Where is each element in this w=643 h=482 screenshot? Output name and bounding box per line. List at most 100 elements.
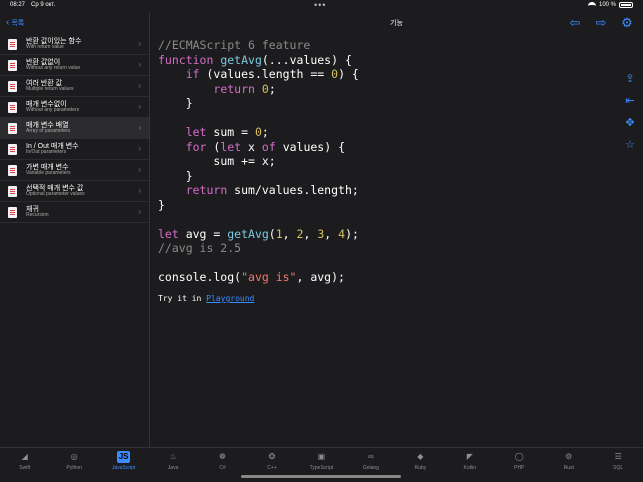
sidebar-item-selected[interactable]: 매개 변수 배열 Array of parameters › <box>0 118 149 139</box>
tab-ruby[interactable]: ◆ Ruby <box>400 451 440 471</box>
document-icon <box>8 101 17 113</box>
collapse-sidebar-icon[interactable]: ⇤ <box>623 94 637 108</box>
tab-label: JavaScript <box>111 465 136 471</box>
code-keyword: return <box>185 183 228 197</box>
gear-icon[interactable]: ⚙ <box>619 15 635 31</box>
move-icon[interactable]: ✥ <box>623 116 637 130</box>
code-text: , <box>282 226 297 241</box>
code-text: avg = <box>178 226 228 241</box>
sidebar-item-subtitle: In/Out parameters <box>26 149 67 156</box>
status-date: Ср 9 окт. <box>31 2 56 8</box>
code-keyword: if <box>185 67 200 81</box>
tab-cpp[interactable]: ❂ C++ <box>252 451 292 471</box>
sql-icon: ☰ <box>614 452 622 461</box>
document-icon <box>8 164 17 176</box>
code-keyword: of <box>261 139 276 154</box>
document-icon <box>8 122 17 134</box>
code-text: ) { <box>338 67 359 81</box>
tab-sql[interactable]: ☰ SQL <box>598 451 638 471</box>
playground-link[interactable]: Playground <box>206 294 254 303</box>
tab-typescript[interactable]: ▣ TypeScript <box>301 451 341 471</box>
code-block: //ECMAScript 6 feature function getAvg(.… <box>158 38 359 285</box>
code-panel: //ECMAScript 6 feature function getAvg(.… <box>150 34 643 447</box>
code-text: ( <box>268 226 276 241</box>
sidebar-item-subtitle: Recursion <box>26 212 49 219</box>
code-text: } <box>185 96 193 110</box>
sidebar-item[interactable]: In / Out 매개 변수 In/Out parameters › <box>0 139 149 160</box>
battery-percent: 100 % <box>598 2 616 8</box>
tab-javascript[interactable]: JS JavaScript <box>104 451 144 471</box>
code-number: 0 <box>254 125 262 139</box>
chevron-right-icon: › <box>138 102 141 111</box>
sidebar: ‹ 목록 반환 값이있는 함수 With return value › 반환 값없이… <box>0 12 150 447</box>
ruby-icon: ◆ <box>417 452 424 461</box>
sidebar-item-subtitle: With return value <box>26 44 64 51</box>
try-it-text: Try it in <box>158 294 207 303</box>
tab-label: C++ <box>267 465 277 471</box>
code-text: sum = <box>206 125 255 139</box>
tab-rust[interactable]: ⚙ Rust <box>549 451 589 471</box>
sidebar-item-subtitle: Without any parameters <box>26 107 80 114</box>
document-icon <box>8 143 17 155</box>
code-text: , <box>303 226 318 241</box>
toolbar-actions: ⇦ ⇨ ⚙ <box>567 15 635 31</box>
tab-label: Python <box>66 465 82 471</box>
side-actions: ⇪ ⇤ ✥ ☆ <box>623 72 637 152</box>
sidebar-item[interactable]: 선택적 매개 변수 값 Optional parameter values › <box>0 181 149 202</box>
tab-python[interactable]: ◎ Python <box>54 451 94 471</box>
code-text: x <box>241 139 262 154</box>
sidebar-item[interactable]: 매개 변수없이 Without any parameters › <box>0 97 149 118</box>
tab-kotlin[interactable]: ◤ Kotlin <box>450 451 490 471</box>
star-icon[interactable]: ☆ <box>623 138 637 152</box>
tab-label: Java <box>167 465 179 471</box>
sidebar-list: 반환 값이있는 함수 With return value › 반환 값없이 Witho… <box>0 34 149 223</box>
code-text: sum += x; <box>213 154 276 168</box>
chevron-right-icon: › <box>138 186 141 195</box>
back-button[interactable]: ‹ 목록 <box>0 12 149 34</box>
tab-label: Swift <box>19 465 31 471</box>
tab-php[interactable]: ◯ PHP <box>499 451 539 471</box>
code-text: console.log( <box>158 270 242 284</box>
share-icon[interactable]: ⇪ <box>623 72 637 86</box>
chevron-right-icon: › <box>138 165 141 174</box>
arrow-left-icon[interactable]: ⇦ <box>567 15 583 31</box>
code-text: ; <box>268 81 276 96</box>
swift-icon: ◢ <box>21 452 28 461</box>
code-text: sum/values.length; <box>227 183 359 197</box>
home-indicator[interactable] <box>241 475 401 478</box>
sidebar-item[interactable]: 재귀 Recursion › <box>0 202 149 223</box>
wifi-icon <box>587 2 596 8</box>
tab-swift[interactable]: ◢ Swift <box>5 451 45 471</box>
tab-csharp[interactable]: ❁ C# <box>203 451 243 471</box>
chevron-right-icon: › <box>138 39 141 48</box>
code-text: , avg); <box>296 270 345 284</box>
code-text: } <box>185 168 193 183</box>
multitask-dots-icon[interactable]: ••• <box>314 0 326 10</box>
sidebar-item[interactable]: 가변 매개 변수 Variable parameters › <box>0 160 149 181</box>
sidebar-item[interactable]: 반환 값이있는 함수 With return value › <box>0 34 149 55</box>
code-text: ); <box>345 226 359 241</box>
back-label: 목록 <box>11 20 25 27</box>
try-it-line: Try it in Playground <box>158 294 254 303</box>
arrow-right-icon[interactable]: ⇨ <box>593 15 609 31</box>
js-icon: JS <box>117 451 131 463</box>
chevron-right-icon: › <box>138 144 141 153</box>
sidebar-item[interactable]: 여러 반환 값 Multiple return values › <box>0 76 149 97</box>
tab-java[interactable]: ♨ Java <box>153 451 193 471</box>
golang-icon: ∞ <box>368 452 374 461</box>
document-icon <box>8 59 17 71</box>
code-keyword: return <box>213 81 255 96</box>
sidebar-item[interactable]: 반환 값없이 Without any return value › <box>0 55 149 76</box>
code-text: (values.length == <box>199 67 332 81</box>
python-icon: ◎ <box>70 452 78 461</box>
code-number: 0 <box>261 81 269 96</box>
code-function: getAvg <box>220 52 262 67</box>
tab-label: Rust <box>563 465 574 471</box>
code-text: ( <box>206 139 221 154</box>
sidebar-item-subtitle: Without any return value <box>26 65 81 72</box>
code-keyword: let <box>220 139 242 154</box>
tab-golang[interactable]: ∞ Golang <box>351 451 391 471</box>
code-text: , <box>324 226 339 241</box>
csharp-icon: ❁ <box>219 452 226 461</box>
code-comment: //avg is 2.5 <box>158 241 242 255</box>
